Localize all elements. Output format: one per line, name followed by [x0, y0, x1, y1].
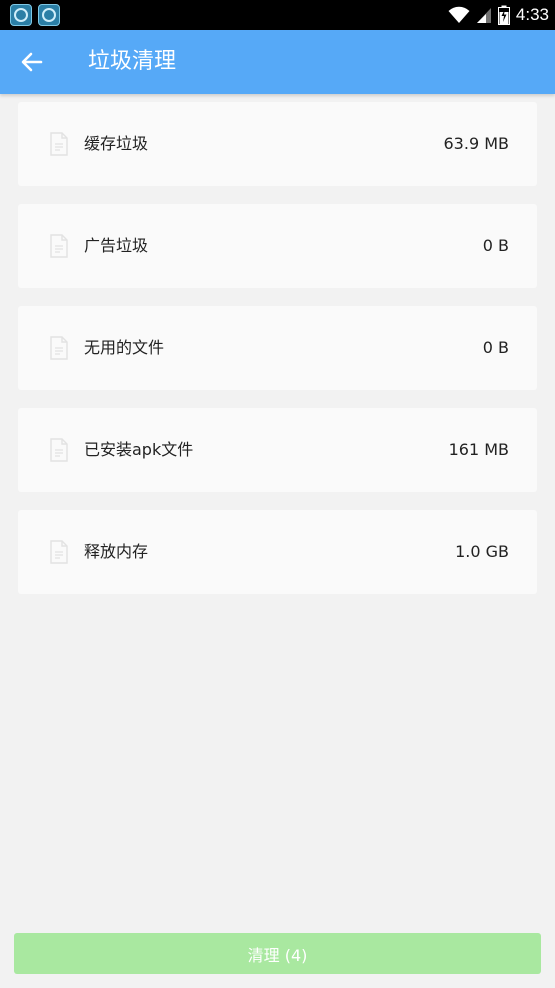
clean-button[interactable]: 清理 (4) — [14, 933, 541, 974]
junk-category-list: 缓存垃圾 63.9 MB 广告垃圾 0 B 无用的文件 0 B 已安装apk文件… — [18, 102, 537, 612]
status-indicators: 4:33 — [448, 0, 549, 30]
item-size: 161 MB — [448, 440, 509, 459]
battery-icon — [497, 5, 510, 25]
item-size: 63.9 MB — [443, 134, 510, 153]
status-bar: 4:33 — [0, 0, 555, 30]
junk-item-apk-files[interactable]: 已安装apk文件 161 MB — [18, 408, 537, 492]
page-title: 垃圾清理 — [88, 49, 177, 74]
screen: 4:33 垃圾清理 缓存垃圾 63.9 MB 广告垃圾 0 B 无用的文件 0 … — [0, 0, 555, 988]
item-label: 缓存垃圾 — [84, 134, 149, 153]
junk-item-memory[interactable]: 释放内存 1.0 GB — [18, 510, 537, 594]
app-notification-icon — [10, 4, 32, 26]
file-icon — [50, 336, 68, 360]
app-notification-icon — [38, 4, 60, 26]
file-icon — [50, 438, 68, 462]
item-label: 广告垃圾 — [84, 236, 149, 255]
app-bar: 垃圾清理 — [0, 30, 555, 94]
item-label: 已安装apk文件 — [84, 440, 194, 459]
item-size: 0 B — [482, 236, 509, 255]
clock: 4:33 — [515, 5, 549, 24]
file-icon — [50, 132, 68, 156]
item-label: 无用的文件 — [84, 338, 165, 357]
item-label: 释放内存 — [84, 542, 149, 561]
item-size: 0 B — [482, 338, 509, 357]
back-button[interactable] — [12, 42, 52, 82]
arrow-left-icon — [21, 52, 43, 72]
file-icon — [50, 540, 68, 564]
junk-item-useless-files[interactable]: 无用的文件 0 B — [18, 306, 537, 390]
file-icon — [50, 234, 68, 258]
junk-item-ads[interactable]: 广告垃圾 0 B — [18, 204, 537, 288]
item-size: 1.0 GB — [455, 542, 509, 561]
signal-icon — [476, 8, 491, 23]
wifi-icon — [448, 6, 470, 23]
junk-item-cache[interactable]: 缓存垃圾 63.9 MB — [18, 102, 537, 186]
